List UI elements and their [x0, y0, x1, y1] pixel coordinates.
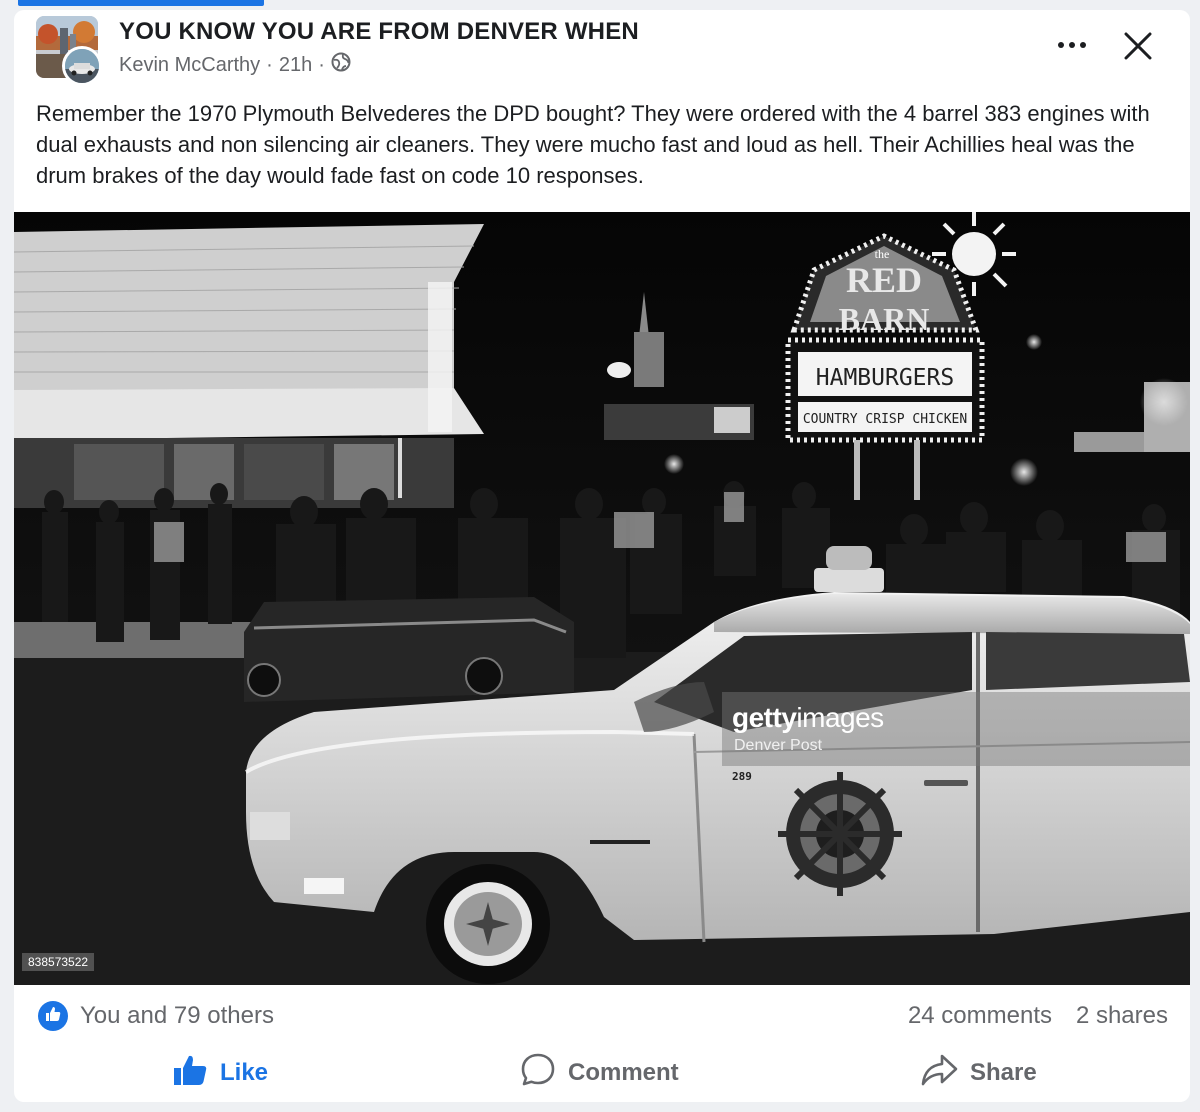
like-reaction-badge[interactable]	[38, 1001, 68, 1031]
sign-barn-text: BARN	[839, 301, 930, 337]
post-meta: Kevin McCarthy · 21h ·	[119, 52, 351, 78]
reactions-summary[interactable]: You and 79 others	[80, 1002, 274, 1030]
like-icon	[172, 1053, 208, 1094]
post-header: YOU KNOW YOU ARE FROM DENVER WHEN Kevin …	[14, 10, 1190, 90]
share-button[interactable]: Share	[920, 1053, 1037, 1093]
watermark-brand-light: images	[796, 702, 884, 733]
like-icon	[44, 1005, 62, 1028]
more-options-button[interactable]	[1054, 32, 1090, 58]
group-name-link[interactable]: YOU KNOW YOU ARE FROM DENVER WHEN	[119, 18, 639, 46]
post-card: YOU KNOW YOU ARE FROM DENVER WHEN Kevin …	[14, 10, 1190, 1102]
comment-button[interactable]: Comment	[520, 1053, 679, 1093]
globe-icon	[331, 52, 351, 78]
comment-icon	[520, 1052, 556, 1095]
like-label: Like	[220, 1059, 269, 1086]
watermark-credit: Denver Post	[734, 737, 823, 754]
post-timestamp[interactable]: 21h	[279, 54, 312, 77]
share-label: Share	[970, 1059, 1037, 1086]
watermark-brand-bold: getty	[732, 702, 797, 733]
group-avatar[interactable]	[36, 16, 102, 86]
comments-count-link[interactable]: 24 comments	[908, 1002, 1052, 1030]
shares-count-link[interactable]: 2 shares	[1076, 1002, 1168, 1030]
post-photo[interactable]: the RED BARN HAMBURGERS COUNTRY CRISP CH…	[14, 212, 1190, 985]
comment-label: Comment	[568, 1059, 679, 1086]
engagement-stats: You and 79 others 24 comments 2 shares	[14, 985, 1190, 1047]
watermark-brand: gettyimages	[732, 702, 884, 734]
close-button[interactable]	[1120, 28, 1156, 64]
sign-red-text: RED	[846, 260, 922, 300]
meta-separator: ·	[318, 53, 325, 76]
top-tab-indicator	[18, 0, 264, 6]
close-icon	[1120, 32, 1156, 68]
image-id-label: 838573522	[22, 953, 95, 971]
author-name-link[interactable]: Kevin McCarthy	[119, 54, 260, 77]
post-body-text: Remember the 1970 Plymouth Belvederes th…	[36, 101, 1150, 188]
getty-watermark: gettyimages Denver Post	[722, 692, 1190, 766]
author-avatar[interactable]	[62, 46, 102, 86]
sign-hamburgers-text: HAMBURGERS	[816, 365, 954, 391]
like-button[interactable]: Like	[172, 1053, 268, 1093]
more-icon	[1057, 36, 1087, 54]
share-icon	[920, 1053, 958, 1094]
sign-the-text: the	[875, 247, 890, 261]
post-actions-bar: Like Comment Share	[14, 1047, 1190, 1102]
car-number: 289	[732, 770, 752, 783]
sign-chicken-text: COUNTRY CRISP CHICKEN	[803, 412, 967, 427]
meta-separator: ·	[266, 53, 273, 76]
